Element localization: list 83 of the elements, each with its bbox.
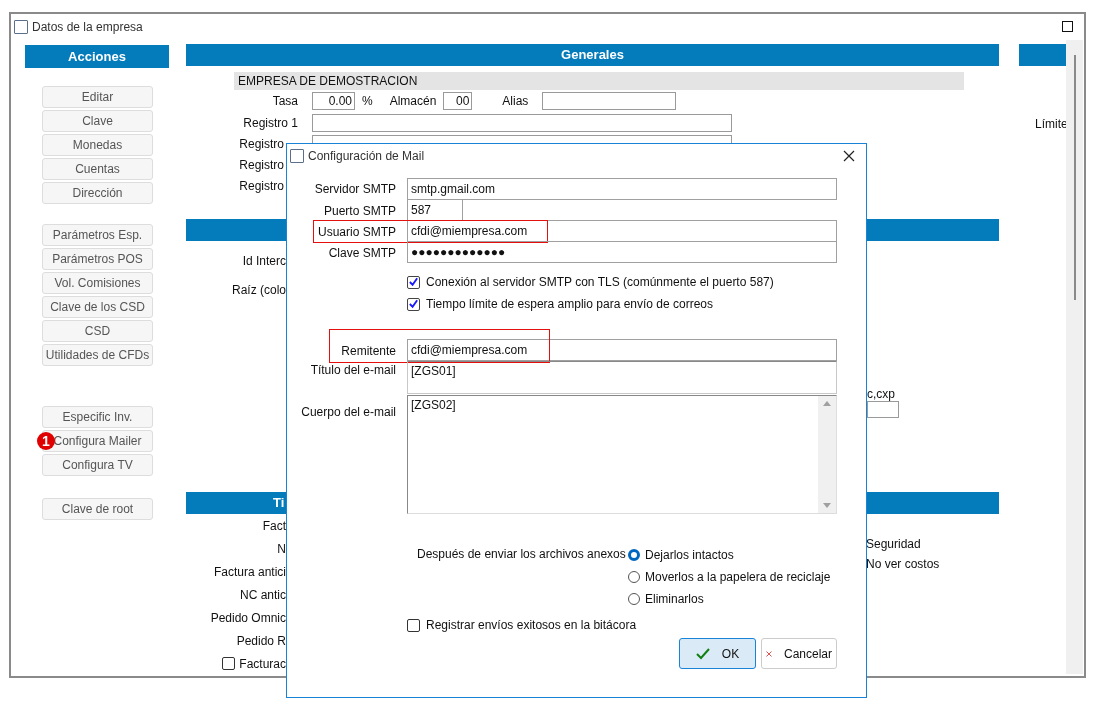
action-button[interactable]: Dirección [42, 182, 153, 204]
field-label: Factura antici [213, 564, 286, 579]
warehouse-field[interactable]: 00 [443, 92, 473, 110]
field-label: Después de enviar los archivos anexos [417, 546, 627, 563]
field-label: Registro [238, 179, 285, 193]
field-label: Seguridad [866, 537, 921, 551]
field-label: Tasa [271, 94, 298, 108]
window-icon [290, 149, 304, 163]
field-label: Puerto SMTP [322, 203, 397, 218]
text-field[interactable] [867, 401, 899, 418]
field-label: Cuerpo del e-mail [300, 404, 397, 419]
scrollbar[interactable] [1066, 40, 1083, 674]
field-label: Pedido Omnic [210, 610, 286, 625]
action-button[interactable]: Parámetros Esp. [42, 224, 153, 246]
action-button[interactable]: Configura TV [42, 454, 153, 476]
field-label: NC antic [240, 587, 286, 602]
input-field[interactable]: smtp.gmail.com [407, 178, 837, 200]
cancel-button[interactable]: Cancelar [761, 638, 837, 669]
field-label: Almacén [389, 94, 437, 108]
field-label: c,cxp [867, 387, 895, 401]
radio-button[interactable] [628, 593, 640, 605]
action-button[interactable]: Utilidades de CFDs [42, 344, 153, 366]
field-label: Usuario SMTP [316, 224, 397, 239]
text-area[interactable]: [ZGS02] [407, 395, 837, 514]
checkbox-label: Tiempo límite de espera amplio para envío de correos [426, 297, 714, 311]
field-label: Remitente [340, 343, 397, 358]
rate-field[interactable]: 0.00 [312, 92, 355, 110]
section-header-bar [1019, 44, 1066, 66]
action-button[interactable]: Monedas [42, 134, 153, 156]
ok-button[interactable]: OK [679, 638, 756, 669]
field-label: No ver costos [866, 557, 940, 571]
action-button[interactable]: Vol. Comisiones [42, 272, 153, 294]
field-label: Raíz (colo [230, 283, 286, 297]
radio-button[interactable] [628, 571, 640, 583]
checkbox[interactable] [407, 297, 420, 311]
field-label: Servidor SMTP [313, 182, 397, 196]
text-area[interactable]: [ZGS01] [407, 361, 837, 394]
checkbox-label: Registrar envíos exitosos en la bitácora [426, 618, 637, 632]
input-field[interactable]: cfdi@miempresa.com [407, 339, 837, 361]
section-header: Generales [186, 44, 999, 66]
field-label: Fact [262, 518, 286, 533]
checkbox-label: Conexión al servidor SMTP con TLS (comúnmente el puerto 587) [426, 275, 774, 289]
field-label: Título del e-mail [309, 362, 397, 377]
step-badge: 1 [37, 432, 55, 450]
close-icon[interactable] [843, 150, 855, 162]
action-button[interactable]: Clave de root [42, 498, 153, 520]
checkbox[interactable] [407, 618, 420, 632]
action-button[interactable]: Especific Inv. [42, 406, 153, 428]
action-button[interactable]: Parámetros POS [42, 248, 153, 270]
input-field[interactable]: ●●●●●●●●●●●●● [407, 241, 837, 263]
field-label: Registro [238, 158, 285, 172]
action-button[interactable]: Clave [42, 110, 153, 132]
text-field[interactable] [312, 114, 732, 132]
scrollbar[interactable] [818, 396, 836, 513]
window-title: Datos de la empresa [32, 20, 143, 34]
field-label: Alias [502, 94, 529, 108]
action-button[interactable]: CSD [42, 320, 153, 342]
check-icon [695, 647, 710, 660]
radio-button[interactable] [628, 549, 640, 561]
checkbox[interactable] [407, 275, 420, 289]
window-icon [14, 20, 28, 34]
dialog-title: Configuración de Mail [308, 149, 425, 163]
radio-label: Moverlos a la papelera de reciclaje [645, 570, 831, 584]
action-button[interactable]: Editar [42, 86, 153, 108]
maximize-button[interactable] [1062, 21, 1073, 32]
percent-sign: % [362, 94, 373, 108]
checkbox-label: Facturac [239, 656, 286, 671]
field-label: Id Interc [241, 254, 286, 268]
checkbox[interactable] [222, 657, 236, 670]
action-button[interactable]: Clave de los CSD [42, 296, 153, 318]
action-button[interactable]: Cuentas [42, 158, 153, 180]
field-label: Pedido R [236, 633, 286, 648]
input-field[interactable]: 587 [407, 199, 463, 221]
radio-label: Dejarlos intactos [645, 548, 734, 562]
field-label: Clave SMTP [327, 245, 397, 260]
field-label: Registro [238, 137, 285, 151]
alias-field[interactable] [542, 92, 677, 110]
section-header: Acciones [25, 45, 169, 68]
field-label: Límite [1035, 117, 1068, 131]
field-label: N [277, 541, 286, 556]
field-label: Registro 1 [242, 116, 298, 130]
radio-label: Eliminarlos [645, 592, 704, 606]
company-name-bar: EMPRESA DE DEMOSTRACION [234, 72, 964, 90]
